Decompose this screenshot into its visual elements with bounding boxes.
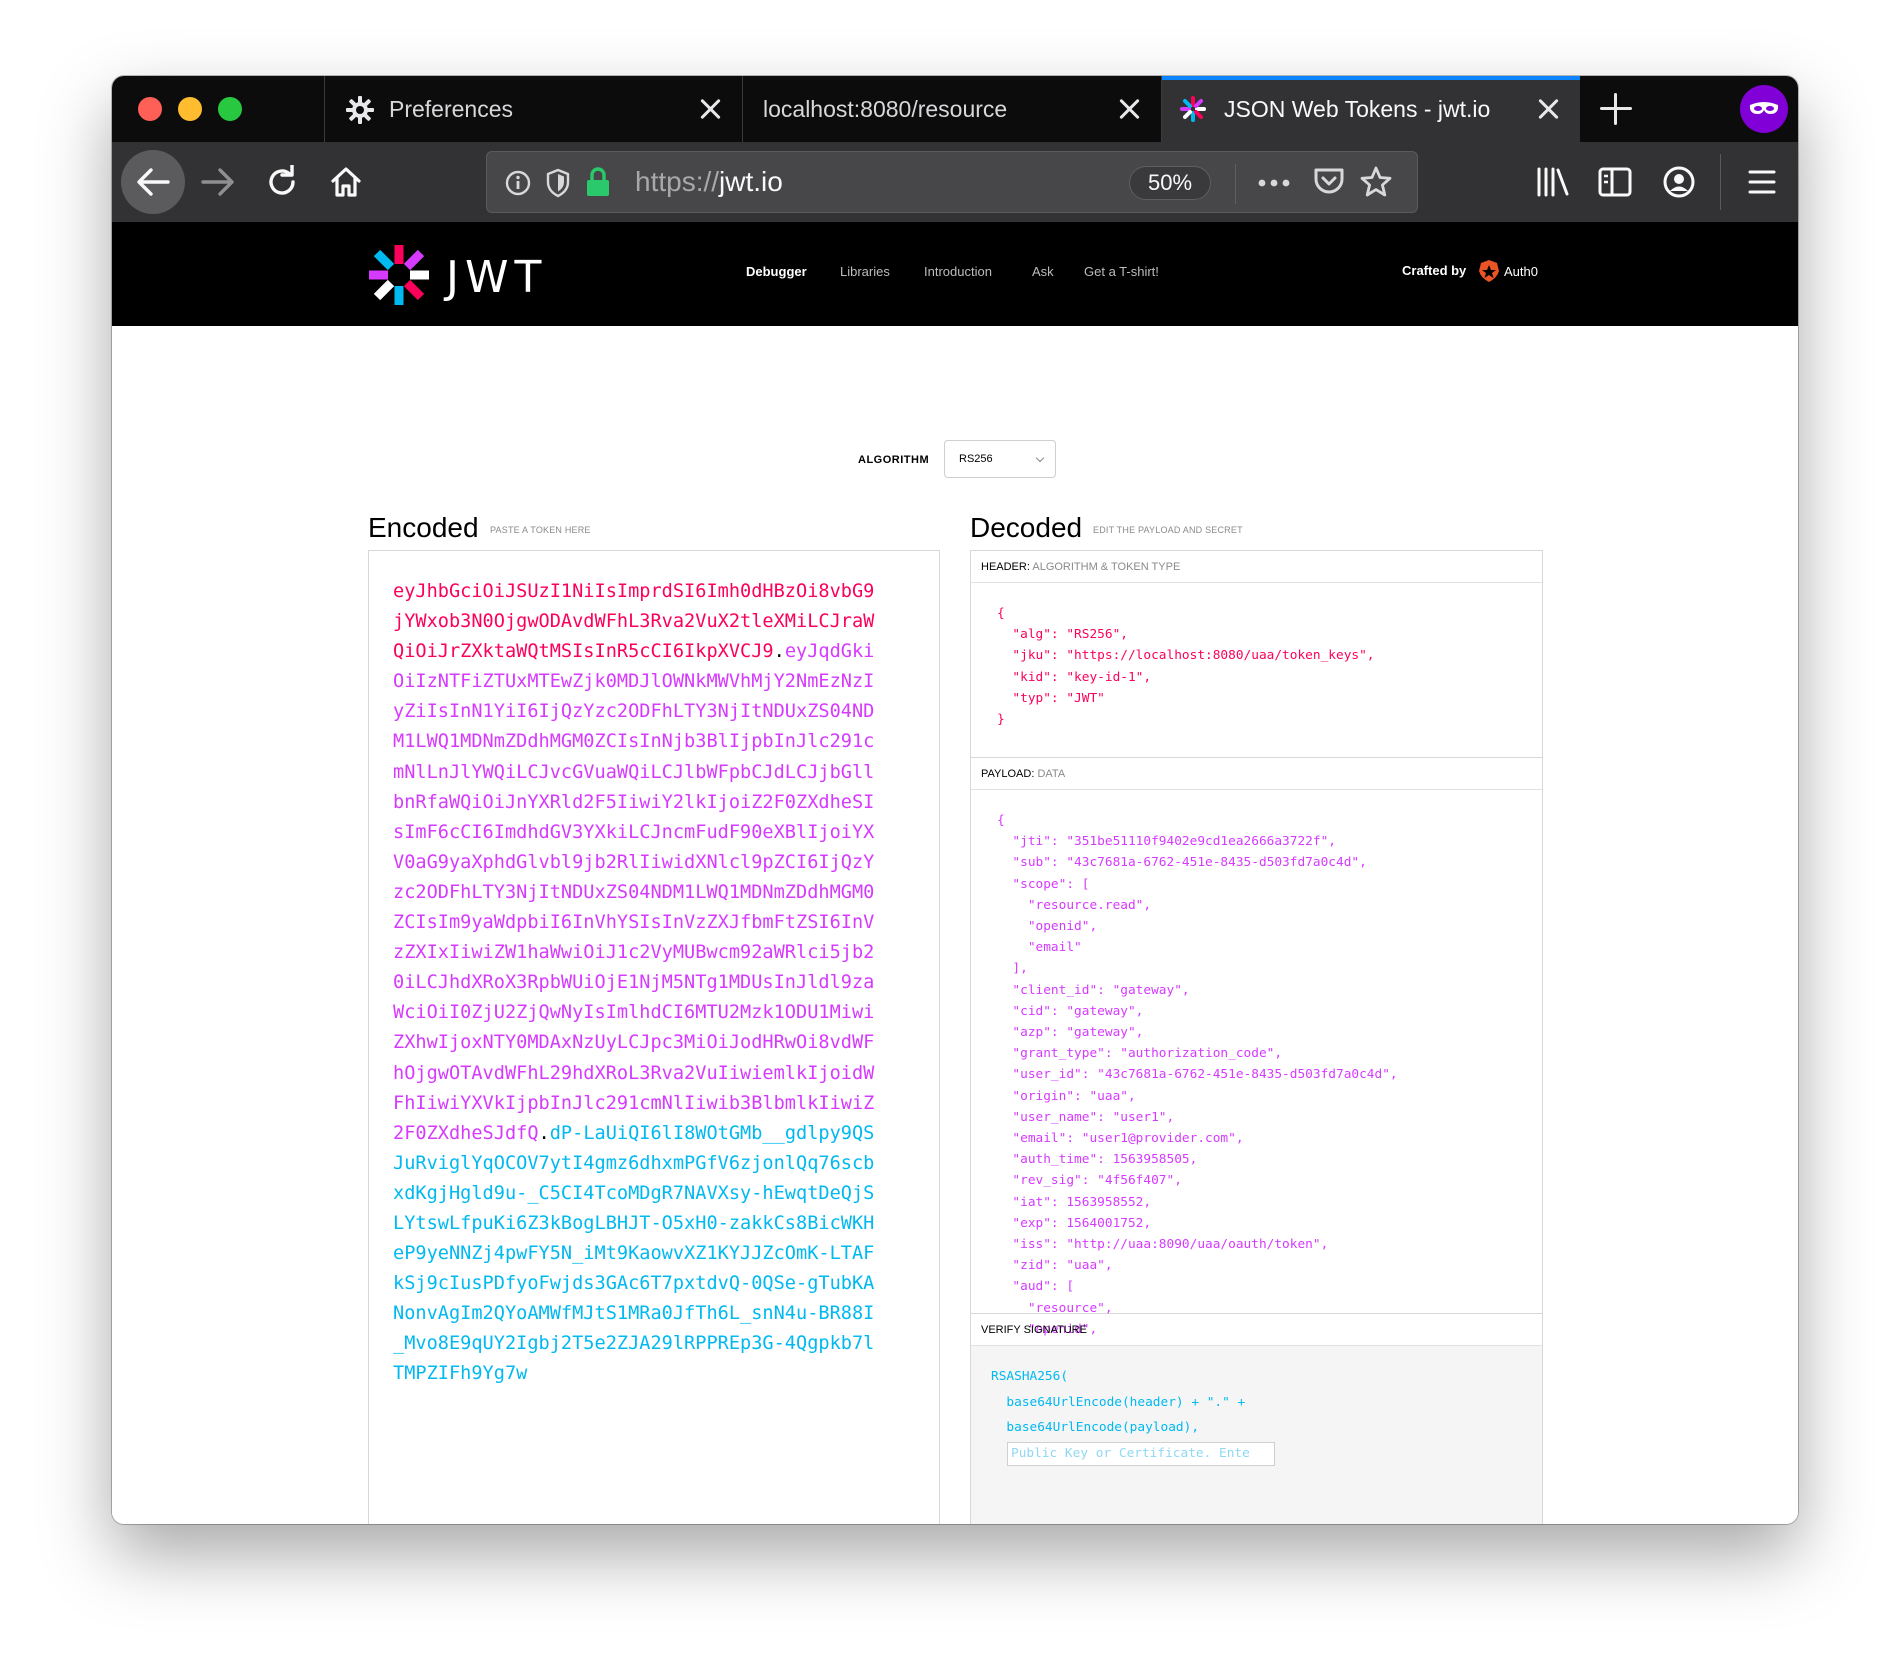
tab-title: Preferences bbox=[389, 95, 514, 122]
secure-lock-icon[interactable] bbox=[585, 166, 611, 198]
toolbar-divider bbox=[1720, 154, 1721, 210]
jwt-logo-icon bbox=[1180, 96, 1206, 122]
jwt-logo-icon[interactable] bbox=[368, 244, 430, 306]
page-actions-menu-icon[interactable] bbox=[1257, 174, 1291, 192]
url-host: jwt.io bbox=[719, 166, 783, 197]
tab-title: JSON Web Tokens - jwt.io bbox=[1224, 95, 1491, 122]
algorithm-label: ALGORITHM bbox=[858, 454, 930, 466]
payload-section-label: PAYLOAD: DATA bbox=[971, 758, 1542, 790]
web-page: JWT Debugger Libraries Introduction Ask … bbox=[112, 222, 1798, 1524]
close-tab-icon[interactable] bbox=[1115, 95, 1143, 123]
tab-jwt-io[interactable]: JSON Web Tokens - jwt.io bbox=[1161, 76, 1580, 142]
header-sublabel: ALGORITHM & TOKEN TYPE bbox=[1032, 561, 1181, 573]
algorithm-value: RS256 bbox=[959, 453, 993, 465]
algorithm-select[interactable]: RS256 bbox=[944, 440, 1056, 478]
info-icon[interactable] bbox=[505, 170, 531, 196]
encoded-subtitle: PASTE A TOKEN HERE bbox=[490, 525, 591, 535]
nav-ask[interactable]: Ask bbox=[1032, 264, 1054, 279]
home-button[interactable] bbox=[326, 162, 366, 202]
sidebar-toggle-icon[interactable] bbox=[1598, 166, 1632, 198]
chevron-down-icon bbox=[1035, 453, 1045, 463]
url-scheme: https:// bbox=[635, 166, 720, 197]
verify-signature-section: RSASHA256( base64UrlEncode(header) + "."… bbox=[971, 1346, 1542, 1524]
nav-libraries[interactable]: Libraries bbox=[840, 264, 890, 279]
token-payload-part: eyJqdGkiOiIzNTFiZTUxMTEwZjk0MDJlOWNkMWVh… bbox=[393, 641, 875, 1144]
home-icon bbox=[331, 167, 361, 197]
library-icon[interactable] bbox=[1536, 166, 1570, 198]
tab-strip: Preferences localhost:8080/resource JSON… bbox=[112, 76, 1798, 142]
new-tab-button[interactable] bbox=[1600, 93, 1632, 125]
close-window-button[interactable] bbox=[138, 97, 162, 121]
reload-button[interactable] bbox=[262, 162, 302, 202]
crafted-by-label: Crafted by bbox=[1402, 263, 1467, 278]
encoded-token: eyJhbGciOiJSUzI1NiIsImprdSI6Imh0dHBzOi8v… bbox=[393, 577, 877, 1390]
site-header: JWT Debugger Libraries Introduction Ask … bbox=[112, 222, 1798, 326]
url-bar-divider bbox=[1235, 164, 1236, 204]
encoded-token-textarea[interactable]: eyJhbGciOiJSUzI1NiIsImprdSI6Imh0dHBzOi8v… bbox=[368, 550, 940, 1524]
jwt-logo-text[interactable]: JWT bbox=[446, 252, 547, 303]
nav-debugger[interactable]: Debugger bbox=[746, 264, 807, 279]
url-bar[interactable]: https://jwt.io 50% bbox=[486, 151, 1418, 213]
hamburger-menu-icon[interactable] bbox=[1748, 168, 1776, 196]
header-json-editor[interactable]: { "alg": "RS256", "jku": "https://localh… bbox=[971, 583, 1542, 758]
nav-get-tshirt[interactable]: Get a T-shirt! bbox=[1084, 264, 1159, 279]
auth0-brand-label[interactable]: Auth0 bbox=[1504, 264, 1538, 279]
verify-label: VERIFY SIGNATURE bbox=[981, 1324, 1087, 1336]
reload-icon bbox=[269, 165, 295, 195]
close-tab-icon[interactable] bbox=[1534, 95, 1562, 123]
header-section-label: HEADER: ALGORITHM & TOKEN TYPE bbox=[971, 551, 1542, 583]
bookmark-star-icon[interactable] bbox=[1359, 165, 1393, 199]
account-icon[interactable] bbox=[1662, 165, 1696, 199]
active-tab-indicator bbox=[1162, 76, 1580, 80]
decoded-panel: HEADER: ALGORITHM & TOKEN TYPE { "alg": … bbox=[970, 550, 1543, 1524]
forward-button[interactable] bbox=[198, 162, 238, 202]
navigation-toolbar: https://jwt.io 50% bbox=[112, 142, 1798, 222]
zoom-level-badge[interactable]: 50% bbox=[1129, 166, 1211, 200]
browser-window: Preferences localhost:8080/resource JSON… bbox=[112, 76, 1798, 1524]
payload-json-editor[interactable]: { "jti": "351be51110f9402e9cd1ea2666a372… bbox=[971, 790, 1542, 1400]
encoded-title: Encoded bbox=[368, 512, 479, 543]
token-separator: . bbox=[538, 1122, 550, 1144]
nav-introduction[interactable]: Introduction bbox=[924, 264, 992, 279]
decoded-title: Decoded bbox=[970, 512, 1083, 543]
minimize-window-button[interactable] bbox=[178, 97, 202, 121]
auth0-logo-icon[interactable] bbox=[1478, 259, 1500, 283]
header-label: HEADER: bbox=[981, 561, 1030, 573]
public-key-input[interactable]: Public Key or Certificate. Ente bbox=[1007, 1442, 1275, 1466]
payload-label: PAYLOAD: bbox=[981, 768, 1035, 780]
tab-title: localhost:8080/resource bbox=[763, 95, 1008, 122]
tab-localhost-resource[interactable]: localhost:8080/resource bbox=[742, 76, 1161, 142]
token-signature-part: dP-LaUiQI6lI8WOtGMb__gdlpy9QSJuRviglYqOC… bbox=[393, 1122, 875, 1385]
tab-preferences[interactable]: Preferences bbox=[324, 76, 742, 142]
zoom-window-button[interactable] bbox=[218, 97, 242, 121]
gear-icon bbox=[346, 96, 374, 124]
forward-arrow-icon bbox=[201, 168, 234, 196]
back-arrow-icon bbox=[137, 168, 170, 196]
tracking-protection-shield-icon[interactable] bbox=[545, 168, 571, 198]
token-separator: . bbox=[773, 641, 785, 663]
header-json: { "alg": "RS256", "jku": "https://localh… bbox=[997, 606, 1375, 728]
url-text[interactable]: https://jwt.io bbox=[635, 166, 783, 198]
pocket-icon[interactable] bbox=[1313, 167, 1345, 197]
verify-section-label: VERIFY SIGNATURE bbox=[971, 1314, 1542, 1346]
private-browsing-icon bbox=[1740, 85, 1788, 133]
close-tab-icon[interactable] bbox=[696, 95, 724, 123]
verify-code: RSASHA256( base64UrlEncode(header) + "."… bbox=[991, 1369, 1246, 1435]
back-button[interactable] bbox=[121, 150, 185, 214]
decoded-subtitle: EDIT THE PAYLOAD AND SECRET bbox=[1093, 525, 1243, 535]
payload-sublabel: DATA bbox=[1037, 768, 1066, 780]
